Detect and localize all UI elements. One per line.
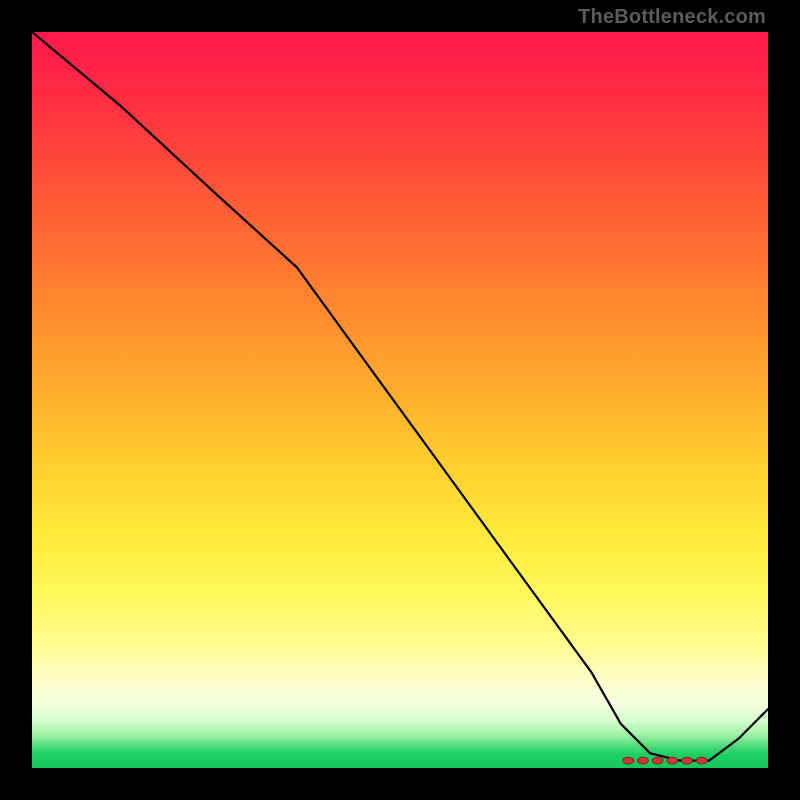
- watermark-text: TheBottleneck.com: [578, 6, 766, 29]
- marker-point: [696, 757, 707, 764]
- marker-point: [637, 757, 648, 764]
- chart-frame: TheBottleneck.com: [0, 0, 800, 800]
- chart-overlay: [32, 32, 768, 768]
- marker-point: [652, 757, 663, 764]
- marker-point: [667, 757, 678, 764]
- chart-line: [32, 32, 768, 761]
- plot-area: [32, 32, 768, 768]
- marker-point: [623, 757, 634, 764]
- marker-point: [682, 757, 693, 764]
